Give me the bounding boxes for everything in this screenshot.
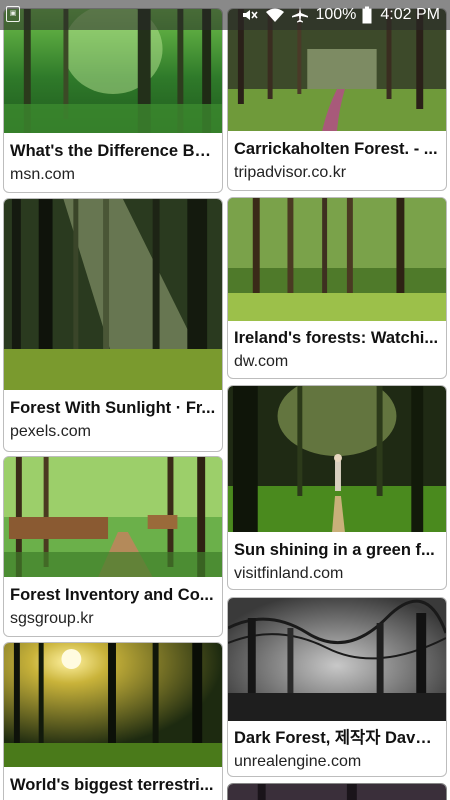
result-title[interactable]: Carrickaholten Forest. - ...	[234, 139, 440, 159]
result-source: tripadvisor.co.kr	[234, 164, 347, 181]
result-card[interactable]: Forest With Sunlight · Fr... pexels.com	[3, 198, 223, 452]
result-caption: Ireland's forests: Watchi... dw.com	[228, 319, 446, 378]
result-card[interactable]: Dark Forest, 제작자 Dave ... unrealengine.c…	[227, 597, 447, 777]
result-card[interactable]: What's the Difference Be... msn.com	[3, 8, 223, 193]
result-title[interactable]: Forest With Sunlight · Fr...	[10, 398, 216, 418]
result-caption: Carrickaholten Forest. - ... tripadvisor…	[228, 129, 446, 190]
battery-percent: 100%	[315, 6, 357, 23]
result-caption: What's the Difference Be... msn.com	[4, 131, 222, 192]
result-caption: Forest With Sunlight · Fr... pexels.com	[4, 388, 222, 451]
result-title[interactable]: Dark Forest, 제작자 Dave ...	[234, 728, 440, 748]
result-title[interactable]: Ireland's forests: Watchi...	[234, 328, 440, 348]
result-source: sgsgroup.kr	[10, 610, 94, 627]
result-card[interactable]: Ireland's forests: Watchi... dw.com	[227, 197, 447, 379]
result-image	[4, 643, 222, 767]
status-bar: ▣ 100% 4:02 PM	[0, 0, 450, 30]
result-title[interactable]: Sun shining in a green f...	[234, 540, 440, 560]
result-card[interactable]: Forest Inventory and Co... sgsgroup.kr	[3, 456, 223, 637]
result-caption: Forest Inventory and Co... sgsgroup.kr	[4, 575, 222, 636]
battery-icon	[362, 6, 372, 24]
result-title[interactable]: What's the Difference Be...	[10, 141, 216, 161]
result-source: pexels.com	[10, 423, 91, 440]
result-image	[4, 457, 222, 577]
result-source: visitfinland.com	[234, 565, 344, 582]
result-caption: World's biggest terrestri...	[4, 765, 222, 800]
result-card[interactable]: Sun shining in a green f... visitfinland…	[227, 385, 447, 590]
result-card[interactable]	[227, 783, 447, 800]
result-card[interactable]: Carrickaholten Forest. - ... tripadvisor…	[227, 8, 447, 191]
result-image	[228, 386, 446, 532]
airplane-icon	[291, 6, 309, 24]
result-caption: Dark Forest, 제작자 Dave ... unrealengine.c…	[228, 719, 446, 776]
mute-icon	[241, 6, 259, 24]
result-title[interactable]: World's biggest terrestri...	[10, 775, 216, 795]
result-image	[4, 199, 222, 390]
result-image	[228, 598, 446, 721]
result-source: unrealengine.com	[234, 753, 362, 770]
result-source: dw.com	[234, 353, 289, 370]
result-image	[228, 198, 446, 321]
photo-icon: ▣	[6, 6, 20, 22]
result-title[interactable]: Forest Inventory and Co...	[10, 585, 216, 605]
result-source: msn.com	[10, 166, 75, 183]
result-caption: Sun shining in a green f... visitfinland…	[228, 530, 446, 589]
result-card[interactable]: World's biggest terrestri...	[3, 642, 223, 800]
clock: 4:02 PM	[380, 6, 440, 23]
wifi-icon	[265, 6, 285, 24]
result-image	[228, 784, 446, 800]
